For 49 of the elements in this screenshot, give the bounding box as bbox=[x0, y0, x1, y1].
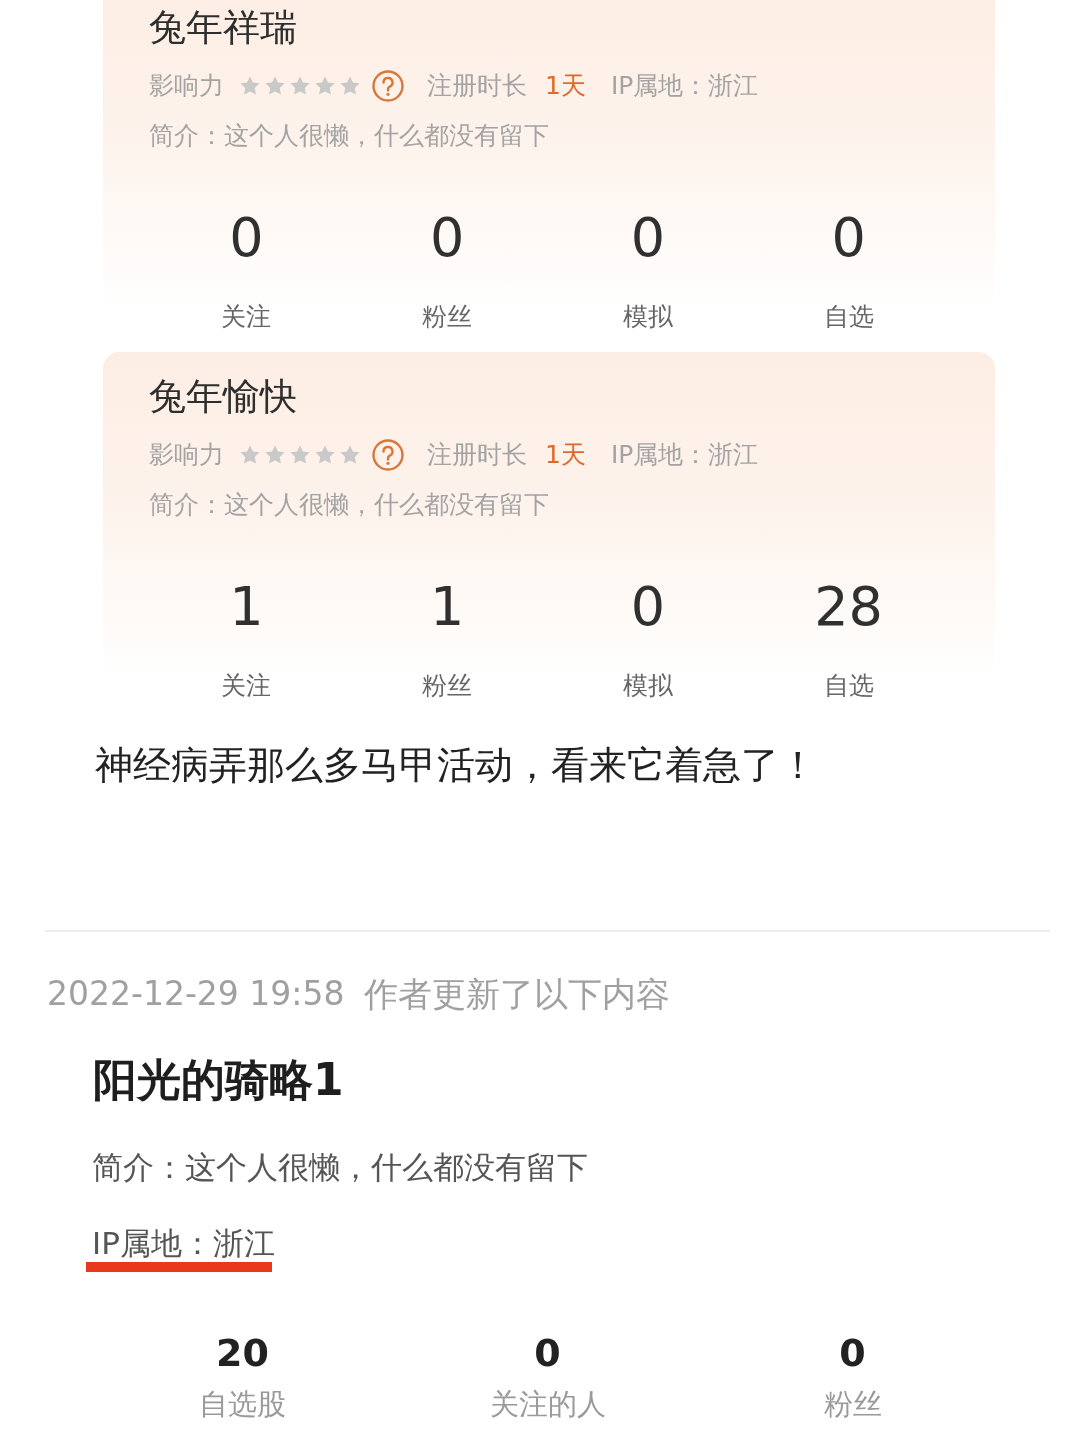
stat-value: 28 bbox=[814, 575, 883, 639]
update-timestamp: 2022-12-29 19:58 bbox=[47, 973, 345, 1015]
ip-location: IP属地：浙江 bbox=[610, 70, 759, 102]
stat-label[interactable]: 粉丝 bbox=[422, 299, 473, 335]
stat-value: 0 bbox=[534, 1330, 561, 1377]
comment-text: 神经病弄那么多马甲活动，看来它着急了！ bbox=[95, 742, 817, 789]
user-name: 兔年祥瑞 bbox=[149, 5, 297, 51]
stat-label[interactable]: 模拟 bbox=[622, 668, 673, 704]
stat-value: 0 bbox=[630, 206, 666, 270]
user-name: 兔年愉快 bbox=[149, 374, 297, 420]
user-intro: 简介：这个人很懒，什么都没有留下 bbox=[92, 1148, 588, 1187]
stat-label[interactable]: 自选 bbox=[823, 299, 874, 335]
stat-label[interactable]: 粉丝 bbox=[422, 668, 473, 704]
help-icon[interactable] bbox=[372, 70, 404, 102]
star-icon bbox=[339, 444, 361, 466]
user-intro: 简介：这个人很懒，什么都没有留下 bbox=[149, 489, 549, 521]
user-intro: 简介：这个人很懒，什么都没有留下 bbox=[149, 120, 549, 152]
user-name: 阳光的骑略1 bbox=[93, 1053, 344, 1107]
stat-value: 0 bbox=[429, 206, 465, 270]
star-icon bbox=[339, 75, 361, 97]
stat-value: 20 bbox=[216, 1330, 269, 1377]
stat-value: 0 bbox=[630, 575, 666, 639]
stat-label[interactable]: 关注 bbox=[221, 299, 272, 335]
star-icon bbox=[264, 75, 286, 97]
star-icon bbox=[289, 75, 311, 97]
star-icon bbox=[264, 444, 286, 466]
register-duration: 1天 bbox=[545, 70, 586, 102]
star-icon bbox=[314, 444, 336, 466]
stat-value: 1 bbox=[429, 575, 465, 639]
stat-label[interactable]: 自选 bbox=[823, 668, 874, 704]
update-note: 作者更新了以下内容 bbox=[364, 973, 671, 1016]
star-icon bbox=[239, 444, 261, 466]
star-icon bbox=[314, 75, 336, 97]
stat-value: 0 bbox=[839, 1330, 866, 1377]
stat-label[interactable]: 模拟 bbox=[622, 299, 673, 335]
star-icon bbox=[289, 444, 311, 466]
stat-value: 0 bbox=[229, 206, 264, 270]
stat-value: 1 bbox=[229, 575, 264, 639]
star-icon bbox=[239, 75, 261, 97]
ip-location: IP属地：浙江 bbox=[610, 439, 759, 471]
help-icon[interactable] bbox=[372, 439, 404, 471]
ip-location: IP属地：浙江 bbox=[92, 1224, 275, 1263]
influence-label: 影响力 bbox=[149, 439, 224, 471]
register-label: 注册时长 bbox=[427, 70, 527, 102]
register-label: 注册时长 bbox=[427, 439, 527, 471]
stat-value: 0 bbox=[831, 206, 866, 270]
influence-label: 影响力 bbox=[149, 70, 224, 102]
stat-label[interactable]: 关注 bbox=[221, 668, 272, 704]
register-duration: 1天 bbox=[545, 439, 586, 471]
